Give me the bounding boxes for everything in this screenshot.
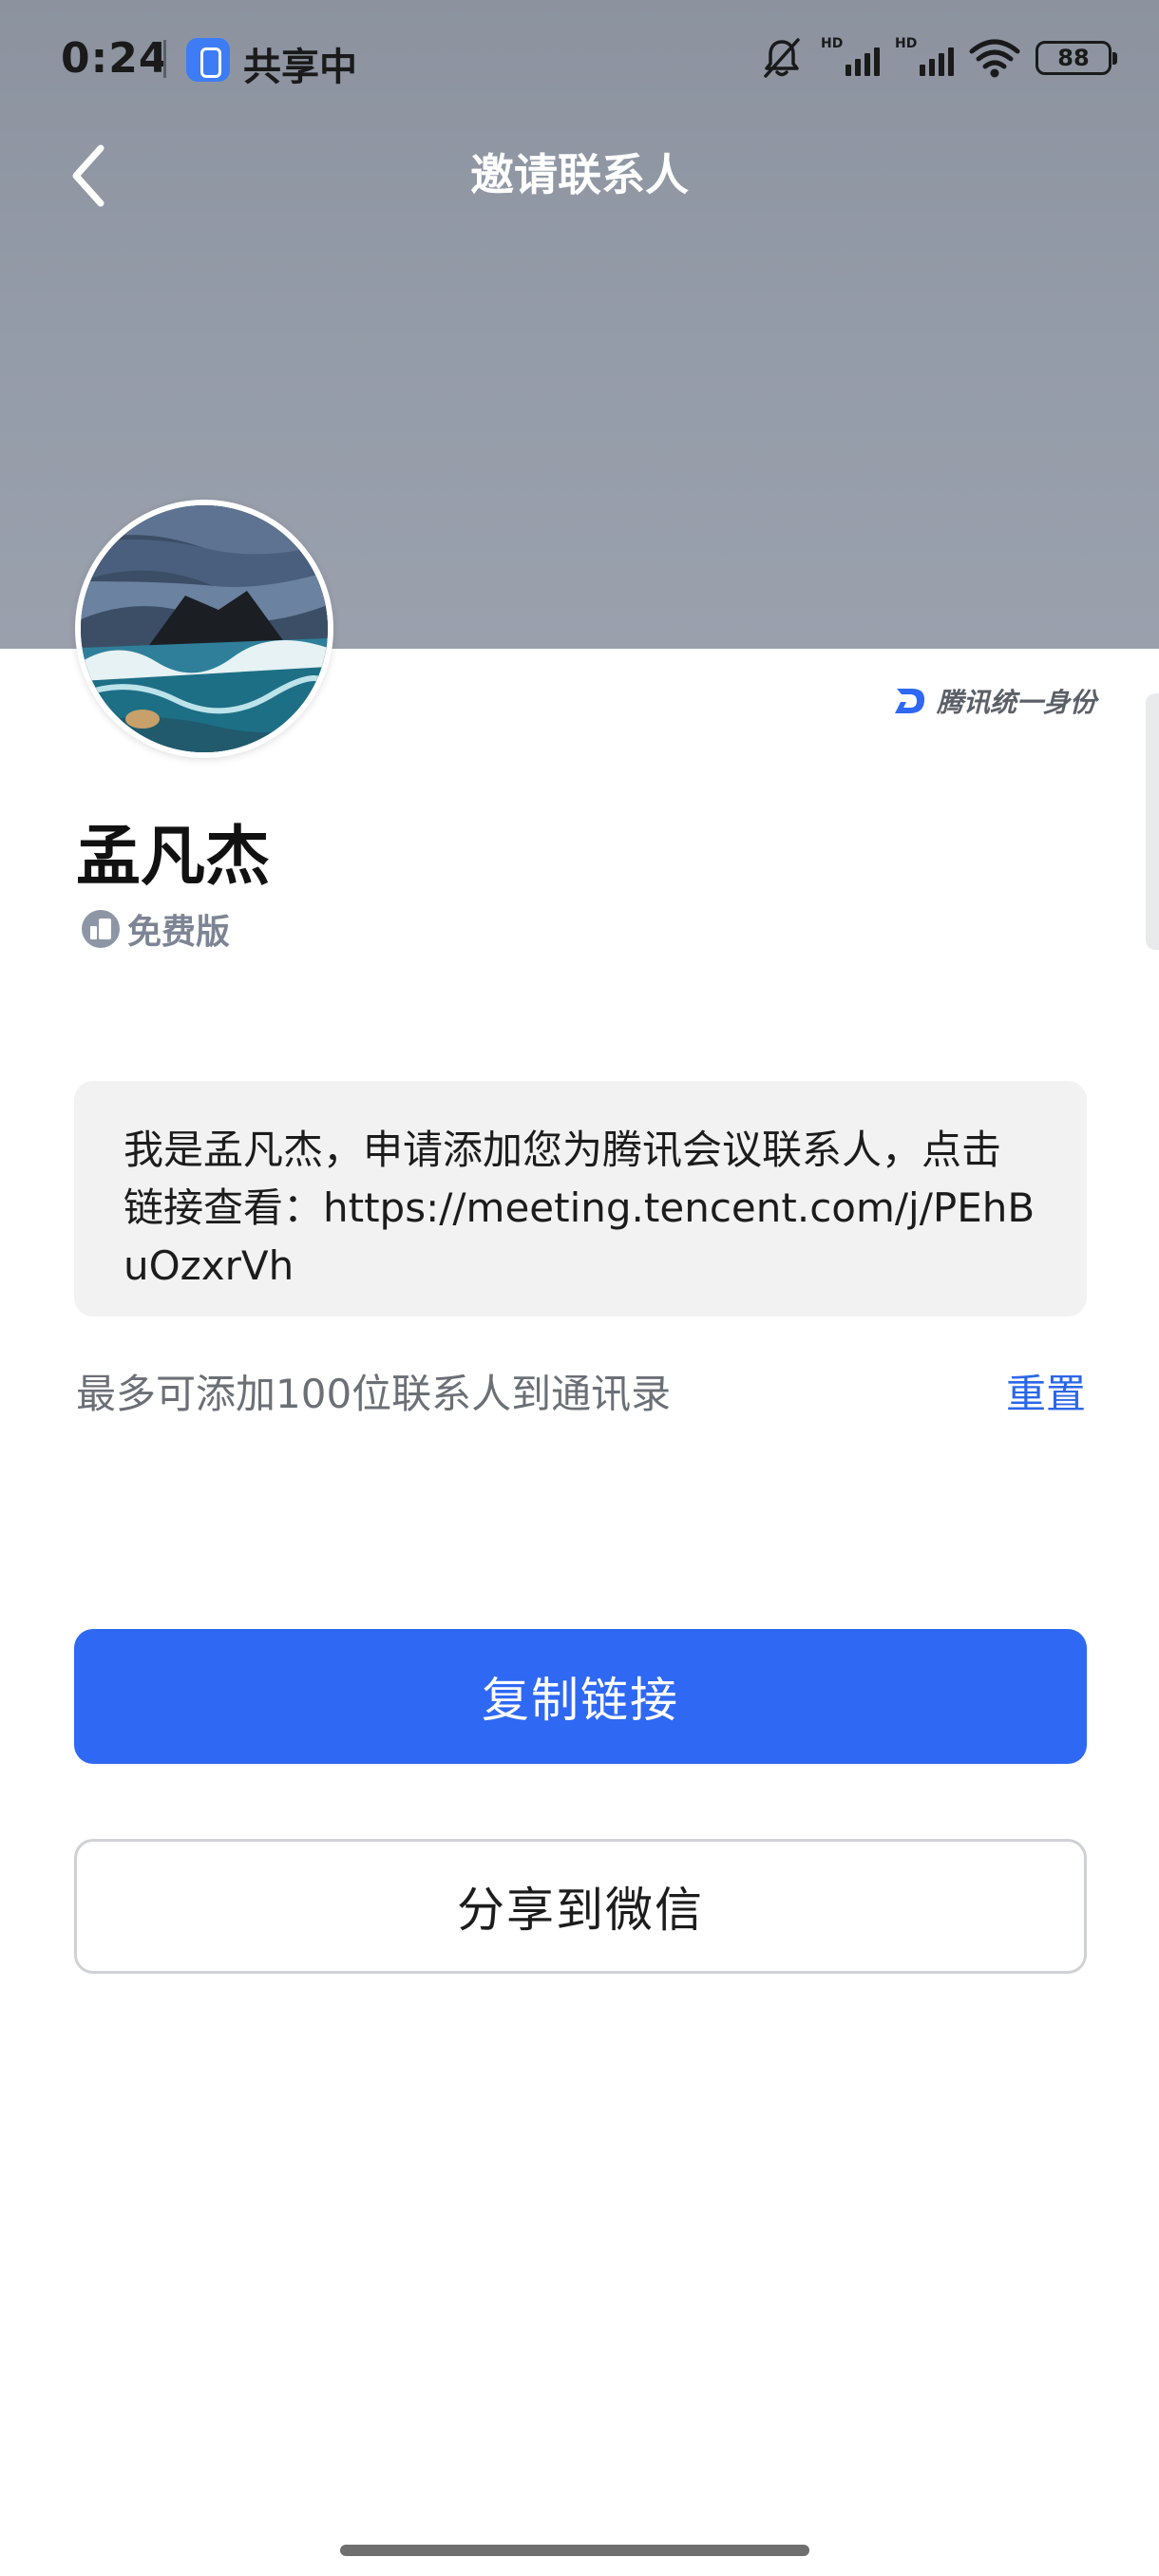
status-bar: 0:24 共享中 HD HD 88 <box>0 0 1159 114</box>
reset-link[interactable]: 重置 <box>1006 1362 1086 1420</box>
share-to-wechat-button[interactable]: 分享到微信 <box>74 1839 1087 1974</box>
edition-icon <box>82 910 120 948</box>
wifi-icon <box>969 39 1020 78</box>
contact-limit-text: 最多可添加100位联系人到通讯录 <box>76 1371 672 1417</box>
signal-1-hd-label: HD <box>821 36 844 51</box>
user-name: 孟凡杰 <box>76 820 271 895</box>
brand-label: 腾讯统一身份 <box>936 687 1096 718</box>
edition-label: 免费版 <box>127 913 231 952</box>
copy-link-button[interactable]: 复制链接 <box>74 1629 1087 1764</box>
battery-level: 88 <box>1057 45 1090 71</box>
battery-icon: 88 <box>1036 41 1117 75</box>
invite-message-box[interactable]: 我是孟凡杰，申请添加您为腾讯会议联系人，点击链接查看：https://meeti… <box>74 1081 1087 1316</box>
home-indicator[interactable] <box>340 2545 809 2556</box>
signal-2-icon: HD <box>895 36 954 80</box>
avatar[interactable] <box>75 500 333 758</box>
status-time: 0:24 <box>61 34 169 83</box>
side-scroll-handle[interactable] <box>1146 693 1159 950</box>
tencent-id-logo-icon <box>894 689 925 713</box>
page-title: 邀请联系人 <box>470 149 689 200</box>
edition-badge[interactable]: 免费版 <box>82 904 230 954</box>
signal-1-icon: HD <box>821 36 880 80</box>
status-divider <box>163 40 166 78</box>
bell-muted-icon <box>764 38 800 78</box>
signal-2-hd-label: HD <box>895 36 918 51</box>
screen-share-icon <box>186 38 230 82</box>
status-icons: HD HD 88 <box>758 34 1117 82</box>
share-status-text: 共享中 <box>243 46 357 89</box>
tencent-identity-brand: 腾讯统一身份 <box>893 682 1096 720</box>
invite-message-text: 我是孟凡杰，申请添加您为腾讯会议联系人，点击链接查看：https://meeti… <box>124 1127 1036 1289</box>
